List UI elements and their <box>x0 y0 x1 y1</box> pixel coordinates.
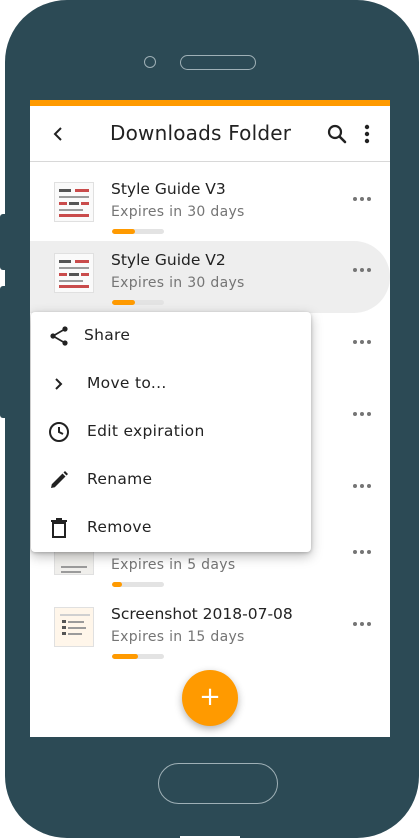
file-item[interactable]: Screenshot 2018-07-08 Expires in 15 days <box>30 595 390 667</box>
file-name: Screenshot 2018-07-08 <box>111 605 293 623</box>
chevron-right-icon <box>55 378 63 390</box>
menu-item-remove[interactable]: Remove <box>31 504 311 552</box>
file-thumbnail <box>54 607 94 647</box>
more-horiz-icon[interactable] <box>353 411 373 419</box>
file-item[interactable]: Style Guide V3 Expires in 30 days <box>30 170 390 242</box>
file-expiry: Expires in 30 days <box>111 204 245 220</box>
speaker <box>180 55 256 70</box>
search-icon[interactable] <box>326 123 348 145</box>
file-thumbnail <box>54 182 94 222</box>
menu-item-label: Move to... <box>87 374 167 392</box>
app-bar: Downloads Folder <box>30 106 390 162</box>
menu-item-move[interactable]: Move to... <box>31 360 311 408</box>
back-chevron-icon[interactable] <box>50 124 66 144</box>
more-horiz-icon[interactable] <box>353 339 373 347</box>
file-expiry: Expires in 30 days <box>111 275 245 291</box>
bottom-notch <box>180 836 240 840</box>
menu-item-edit-expiration[interactable]: Edit expiration <box>31 408 311 456</box>
power-button[interactable] <box>0 286 6 418</box>
file-name: Style Guide V2 <box>111 251 226 269</box>
app-screen: Downloads Folder Style Guide V3 Expires … <box>30 100 390 737</box>
context-menu: Share Move to... Edit expiration Rename <box>31 312 311 552</box>
file-expiry: Expires in 15 days <box>111 629 245 645</box>
file-item-selected[interactable]: Style Guide V2 Expires in 30 days <box>30 241 390 313</box>
expiry-progress <box>112 300 164 305</box>
share-icon <box>50 326 68 346</box>
page-title: Downloads Folder <box>110 121 292 145</box>
home-button[interactable] <box>158 763 278 804</box>
camera <box>144 56 156 68</box>
add-icon: + <box>199 682 221 712</box>
file-thumbnail <box>54 253 94 293</box>
clock-icon <box>49 422 69 442</box>
menu-item-label: Edit expiration <box>87 422 205 440</box>
menu-item-label: Remove <box>87 518 152 536</box>
menu-item-rename[interactable]: Rename <box>31 456 311 504</box>
volume-button[interactable] <box>0 214 6 270</box>
more-vert-icon[interactable] <box>361 123 373 145</box>
expiry-progress <box>112 654 164 659</box>
file-expiry: Expires in 5 days <box>111 557 236 573</box>
more-horiz-icon[interactable] <box>353 267 373 275</box>
menu-item-share[interactable]: Share <box>31 312 311 360</box>
file-name: Style Guide V3 <box>111 180 226 198</box>
more-horiz-icon[interactable] <box>353 549 373 557</box>
pencil-icon <box>51 471 68 488</box>
menu-item-label: Share <box>84 326 131 344</box>
more-horiz-icon[interactable] <box>353 621 373 629</box>
add-fab-button[interactable]: + <box>182 670 238 726</box>
menu-item-label: Rename <box>87 470 153 488</box>
expiry-progress <box>112 582 164 587</box>
more-horiz-icon[interactable] <box>353 483 373 491</box>
more-horiz-icon[interactable] <box>353 196 373 204</box>
expiry-progress <box>112 229 164 234</box>
trash-icon <box>51 518 67 538</box>
